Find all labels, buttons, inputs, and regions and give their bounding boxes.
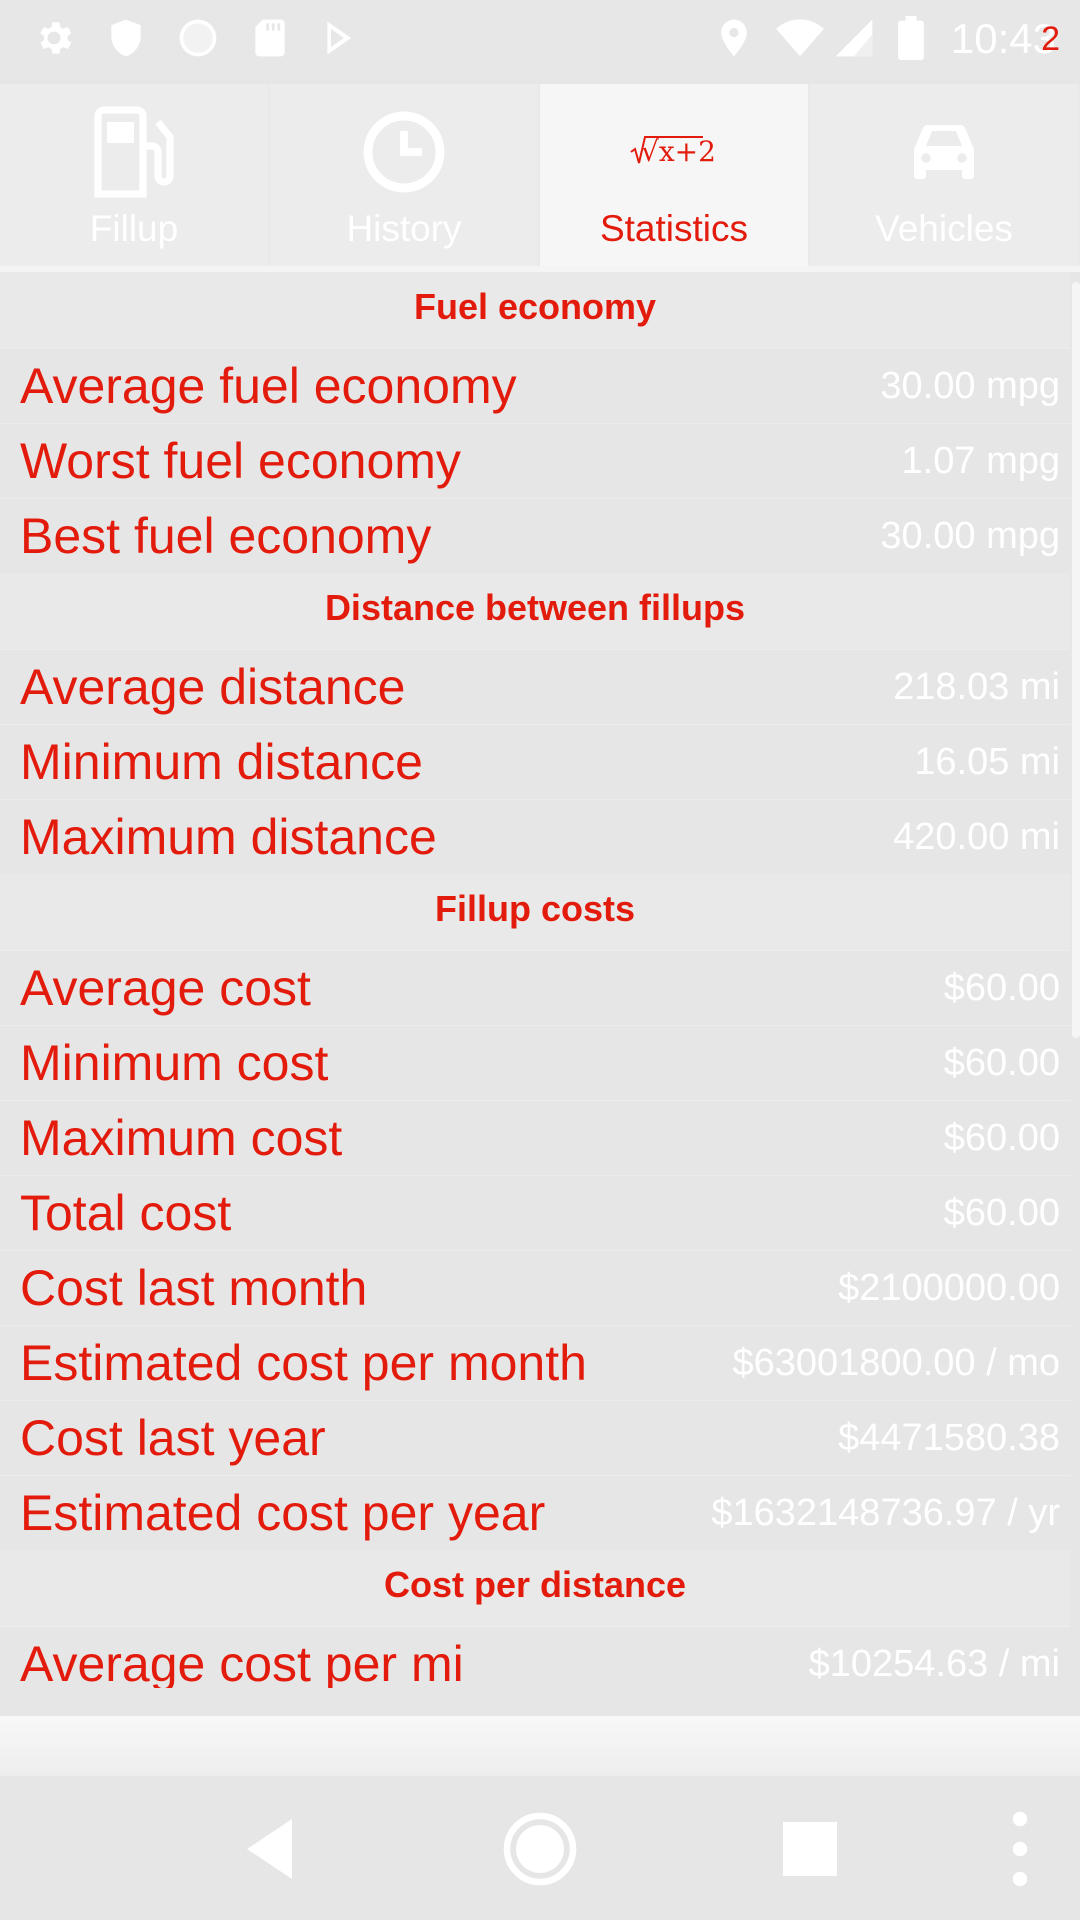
- stat-value: $63001800.00 / mo: [732, 1342, 1061, 1384]
- stat-value: $60.00: [943, 967, 1060, 1009]
- stat-row-cost-last-month: Cost last month $2100000.00: [0, 1250, 1070, 1325]
- stat-value: $1632148736.97 / yr: [711, 1492, 1060, 1534]
- tab-vehicles[interactable]: Vehicles: [810, 84, 1078, 266]
- stat-row-average-fuel-economy: Average fuel economy 30.00 mpg: [0, 348, 1070, 423]
- scrollbar[interactable]: [1072, 282, 1080, 1038]
- stat-label: Average fuel economy: [20, 358, 517, 414]
- stat-value: $10254.63 / mi: [808, 1643, 1060, 1685]
- car-icon: [914, 124, 974, 179]
- stat-label: Maximum cost: [20, 1110, 343, 1166]
- statistics-list[interactable]: Fuel economy Average fuel economy 30.00 …: [0, 272, 1070, 1688]
- stat-value: 30.00 mpg: [880, 515, 1060, 557]
- stat-value: 16.05 mi: [914, 741, 1060, 783]
- status-time-overlap: 2: [1041, 20, 1060, 58]
- stat-row-minimum-cost: Minimum cost $60.00: [0, 1025, 1070, 1100]
- wifi-icon: [776, 19, 824, 57]
- stat-label: Estimated cost per month: [20, 1335, 587, 1391]
- section-header-fillup-costs: Fillup costs: [0, 874, 1070, 950]
- stat-value: $60.00: [943, 1192, 1060, 1234]
- recents-icon[interactable]: [765, 1804, 855, 1894]
- stat-value: $60.00: [943, 1042, 1060, 1084]
- stat-row-average-cost-per-mi: Average cost per mi $10254.63 / mi: [0, 1626, 1070, 1688]
- stat-value: 420.00 mi: [893, 816, 1060, 858]
- status-time: 10:43 2: [951, 14, 1060, 64]
- tab-label: Vehicles: [875, 208, 1013, 249]
- gear-icon: [40, 22, 72, 54]
- home-icon[interactable]: [495, 1804, 585, 1894]
- stat-label: Minimum cost: [20, 1035, 329, 1091]
- stat-row-maximum-distance: Maximum distance 420.00 mi: [0, 799, 1070, 874]
- circle-icon: [179, 19, 217, 57]
- stat-label: Average cost per mi: [20, 1636, 464, 1688]
- stat-row-average-distance: Average distance 218.03 mi: [0, 649, 1070, 724]
- stat-value: $60.00: [943, 1117, 1060, 1159]
- bottom-strip: [0, 1716, 1080, 1776]
- stat-label: Worst fuel economy: [20, 433, 461, 489]
- stat-row-worst-fuel-economy: Worst fuel economy 1.07 mpg: [0, 423, 1070, 498]
- stat-value: 30.00 mpg: [880, 365, 1060, 407]
- battery-icon: [898, 16, 924, 60]
- stat-label: Maximum distance: [20, 809, 437, 865]
- stat-row-minimum-distance: Minimum distance 16.05 mi: [0, 724, 1070, 799]
- math-formula-text: √x+2: [641, 135, 716, 168]
- stat-row-estimated-cost-per-year: Estimated cost per year $1632148736.97 /…: [0, 1475, 1070, 1550]
- stat-label: Average distance: [20, 659, 406, 715]
- app-screen: 10:43 2 Fillup History √x+2 Statistics V…: [0, 0, 1080, 1920]
- stat-label: Average cost: [20, 960, 311, 1016]
- back-icon[interactable]: [226, 1804, 316, 1894]
- tab-bar: Fillup History √x+2 Statistics Vehicles: [0, 84, 1080, 266]
- status-bar: 10:43 2: [0, 0, 1080, 78]
- stat-value: $4471580.38: [838, 1417, 1060, 1459]
- section-header-cost-per-distance: Cost per distance: [0, 1550, 1070, 1626]
- section-header-fuel-economy: Fuel economy: [0, 272, 1070, 348]
- stat-label: Cost last year: [20, 1410, 326, 1466]
- stat-label: Minimum distance: [20, 734, 423, 790]
- stat-row-estimated-cost-per-month: Estimated cost per month $63001800.00 / …: [0, 1325, 1070, 1400]
- stat-row-cost-last-year: Cost last year $4471580.38: [0, 1400, 1070, 1475]
- tab-label: History: [346, 208, 462, 249]
- section-header-distance: Distance between fillups: [0, 573, 1070, 649]
- stat-row-average-cost: Average cost $60.00: [0, 950, 1070, 1025]
- tab-label: Statistics: [599, 208, 749, 249]
- sd-card-icon: [255, 19, 285, 57]
- tab-history[interactable]: History: [270, 84, 538, 266]
- stat-value: $2100000.00: [838, 1267, 1060, 1309]
- stat-label: Best fuel economy: [20, 508, 432, 564]
- stat-row-total-cost: Total cost $60.00: [0, 1175, 1070, 1250]
- shield-icon: [111, 19, 141, 57]
- math-formula-icon: √x+2: [630, 135, 716, 168]
- signal-icon: [835, 19, 873, 57]
- stat-value: 1.07 mpg: [901, 440, 1060, 482]
- overflow-menu-icon[interactable]: [975, 1804, 1065, 1894]
- play-store-icon: [327, 21, 352, 55]
- clock-icon: [363, 111, 445, 193]
- location-icon: [721, 19, 747, 57]
- stat-value: 218.03 mi: [893, 666, 1060, 708]
- stat-row-best-fuel-economy: Best fuel economy 30.00 mpg: [0, 498, 1070, 573]
- stat-label: Total cost: [20, 1185, 232, 1241]
- stat-label: Cost last month: [20, 1260, 368, 1316]
- tab-statistics[interactable]: √x+2 Statistics: [540, 84, 808, 266]
- stat-label: Estimated cost per year: [20, 1485, 546, 1541]
- tab-fillup[interactable]: Fillup: [0, 84, 268, 266]
- fuel-pump-icon: [94, 106, 174, 198]
- tab-label: Fillup: [89, 208, 179, 249]
- stat-row-maximum-cost: Maximum cost $60.00: [0, 1100, 1070, 1175]
- navigation-bar: [0, 1778, 1080, 1920]
